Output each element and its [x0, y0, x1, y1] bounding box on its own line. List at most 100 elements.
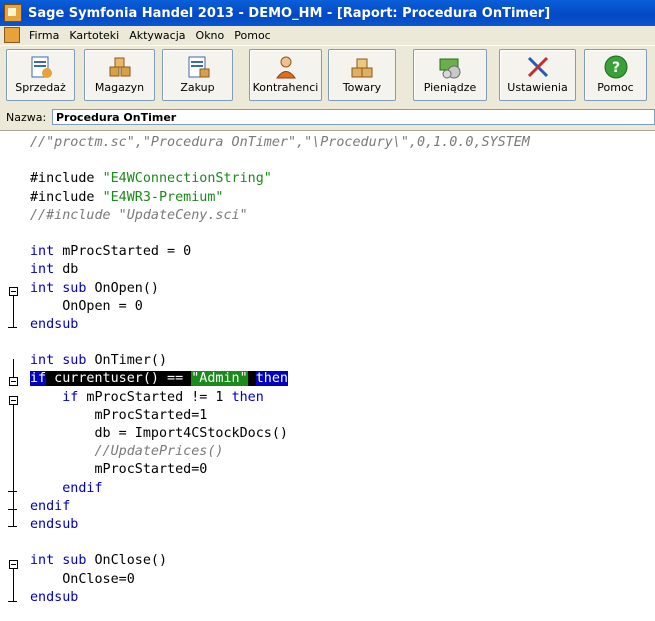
money-button[interactable]: Pieniądze — [413, 49, 487, 101]
menu-kartoteki[interactable]: Kartoteki — [64, 29, 124, 42]
fold-toggle-if-user[interactable] — [9, 377, 18, 386]
code-line[interactable]: int sub OnOpen() — [30, 280, 530, 298]
code-token: int — [30, 353, 55, 369]
code-line[interactable]: int sub OnTimer() — [30, 352, 530, 370]
code-token: //UpdatePrices() — [94, 444, 224, 460]
code-token: endsub — [30, 589, 79, 605]
code-editor[interactable]: //"proctm.sc","Procedura OnTimer","\Proc… — [0, 130, 655, 621]
fold-end — [8, 601, 17, 602]
code-line[interactable]: int sub OnClose() — [30, 552, 530, 570]
code-token: if — [62, 389, 79, 405]
code-line[interactable] — [30, 334, 530, 352]
menu-firma[interactable]: Firma — [24, 29, 64, 42]
menu-pomoc[interactable]: Pomoc — [229, 29, 275, 42]
code-line[interactable]: endsub — [30, 589, 530, 607]
code-line[interactable]: OnClose=0 — [30, 571, 530, 589]
code-line[interactable]: int mProcStarted = 0 — [30, 243, 530, 261]
code-token: OnClose() — [86, 553, 168, 569]
fold-line — [13, 296, 14, 327]
help-label: Pomoc — [597, 81, 634, 94]
code-line[interactable] — [30, 225, 530, 243]
code-token: OnTimer() — [86, 353, 168, 369]
sales-icon — [29, 55, 53, 79]
code-line[interactable]: #include "E4WR3-Premium" — [30, 189, 530, 207]
contractors-button[interactable]: Kontrahenci — [249, 49, 322, 101]
warehouse-label: Magazyn — [94, 81, 145, 94]
code-text[interactable]: //"proctm.sc","Procedura OnTimer","\Proc… — [30, 134, 530, 607]
code-line[interactable]: endsub — [30, 316, 530, 334]
menu-bar: Firma Kartoteki Aktywacja Okno Pomoc — [0, 26, 655, 44]
code-token: sub — [62, 553, 87, 569]
purchase-icon — [186, 55, 210, 79]
code-line[interactable]: endif — [30, 480, 530, 498]
code-line[interactable]: OnOpen = 0 — [30, 298, 530, 316]
toolbar: Sprzedaż Magazyn Zakup Kontrahenci Towar… — [0, 45, 655, 106]
fold-end — [8, 327, 17, 328]
code-token: sub — [62, 280, 87, 296]
code-line[interactable]: if mProcStarted != 1 then — [30, 389, 530, 407]
code-token: if — [30, 371, 47, 387]
code-token: db = Import4CStockDocs() — [30, 426, 288, 441]
name-bar: Nazwa: Procedura OnTimer — [0, 107, 655, 127]
fold-line — [13, 405, 14, 526]
fold-line — [13, 359, 14, 377]
code-line[interactable]: endif — [30, 498, 530, 516]
purchase-button[interactable]: Zakup — [162, 49, 233, 101]
code-token: int — [30, 262, 55, 278]
code-line[interactable] — [30, 534, 530, 552]
settings-button[interactable]: Ustawienia — [499, 49, 576, 101]
help-button[interactable]: ? Pomoc — [584, 49, 647, 101]
code-line[interactable]: //UpdatePrices() — [30, 443, 530, 461]
code-line[interactable]: //#include "UpdateCeny.sci" — [30, 207, 530, 225]
fold-gutter — [0, 131, 24, 621]
code-line[interactable] — [30, 152, 530, 170]
fold-end — [8, 491, 17, 492]
code-token: sub — [62, 353, 87, 369]
fold-line — [13, 569, 14, 601]
code-token: mProcStarted = 0 — [54, 244, 192, 260]
code-token: int — [30, 280, 55, 296]
code-token: currentuser() == — [46, 371, 192, 387]
title-bar: Sage Symfonia Handel 2013 - DEMO_HM - [R… — [0, 0, 655, 26]
code-token: endif — [62, 480, 103, 496]
contractors-icon — [274, 55, 298, 79]
code-token: "E4WConnectionString" — [102, 171, 272, 187]
fold-toggle-onclose[interactable] — [9, 560, 18, 569]
warehouse-button[interactable]: Magazyn — [84, 49, 155, 101]
name-field[interactable]: Procedura OnTimer — [52, 109, 655, 125]
money-icon — [438, 55, 462, 79]
help-icon: ? — [604, 55, 628, 79]
code-line[interactable]: mProcStarted=1 — [30, 407, 530, 425]
code-token: int — [30, 553, 55, 569]
code-token: then — [255, 371, 288, 387]
fold-toggle-onopen[interactable] — [9, 287, 18, 296]
code-line[interactable]: if currentuser() == "Admin" then — [30, 370, 530, 388]
code-token: mProcStarted=1 — [30, 407, 208, 423]
goods-button[interactable]: Towary — [328, 49, 396, 101]
sales-button[interactable]: Sprzedaż — [6, 49, 75, 101]
fold-end — [8, 526, 17, 527]
warehouse-icon — [108, 55, 132, 79]
code-token: int — [30, 244, 55, 260]
code-token: mProcStarted=0 — [30, 462, 208, 478]
code-token: OnOpen = 0 — [30, 298, 143, 314]
fold-end — [8, 509, 17, 510]
code-line[interactable]: //"proctm.sc","Procedura OnTimer","\Proc… — [30, 134, 530, 152]
code-token: //#include "UpdateCeny.sci" — [30, 207, 248, 223]
menu-okno[interactable]: Okno — [191, 29, 230, 42]
code-line[interactable]: endsub — [30, 516, 530, 534]
menu-aktywacja[interactable]: Aktywacja — [124, 29, 190, 42]
fold-toggle-if-started[interactable] — [9, 396, 18, 405]
code-token: endsub — [30, 516, 79, 532]
window-title: Sage Symfonia Handel 2013 - DEMO_HM - [R… — [28, 5, 551, 21]
code-line[interactable]: db = Import4CStockDocs() — [30, 425, 530, 443]
document-icon[interactable] — [4, 27, 20, 43]
code-token: #include — [30, 171, 103, 187]
code-line[interactable]: int db — [30, 261, 530, 279]
code-token: "E4WR3-Premium" — [102, 189, 224, 205]
code-line[interactable]: mProcStarted=0 — [30, 461, 530, 479]
code-line[interactable]: #include "E4WConnectionString" — [30, 170, 530, 188]
goods-icon — [350, 55, 374, 79]
